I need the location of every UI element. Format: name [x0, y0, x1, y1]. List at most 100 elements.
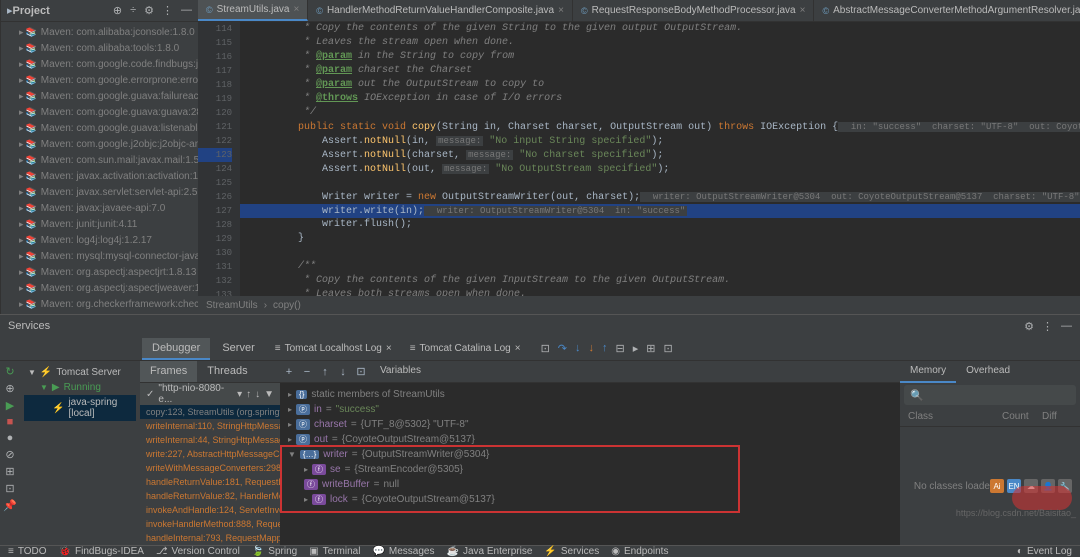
- trace-icon[interactable]: ⊡: [663, 342, 672, 355]
- tree-item[interactable]: ▸📚Maven: org.aspectj:aspectjrt:1.8.13: [1, 264, 198, 280]
- more-icon[interactable]: ⋮: [1042, 320, 1053, 333]
- tree-item[interactable]: ▸📚Maven: org.checkerframework:checker-qu…: [1, 296, 198, 312]
- breakpoints-icon[interactable]: ●: [2, 432, 18, 444]
- tab-catalina-log[interactable]: ≡Tomcat Catalina Log×: [402, 338, 529, 360]
- collapse-icon[interactable]: ÷: [130, 4, 136, 17]
- tab-server[interactable]: Server: [212, 338, 264, 360]
- status-spring[interactable]: 🍃Spring: [252, 546, 297, 557]
- tree-item[interactable]: ▸📚Maven: log4j:log4j:1.2.17: [1, 232, 198, 248]
- editor[interactable]: 1141151161171181191201211221231241251261…: [198, 22, 1080, 296]
- up-icon[interactable]: ↑: [316, 361, 334, 382]
- frame-item[interactable]: writeInternal:44, StringHttpMessageCon: [140, 433, 280, 447]
- breadcrumb[interactable]: StreamUtils › copy(): [198, 296, 1080, 314]
- frame-item[interactable]: handleInternal:793, RequestMappingHa: [140, 531, 280, 545]
- var-lock[interactable]: ▸ⓕlock = {CoyoteOutputStream@5137}: [284, 492, 896, 507]
- frames-list[interactable]: copy:123, StreamUtils (org.springframewr…: [140, 405, 280, 545]
- memory-search[interactable]: 🔍: [904, 385, 1076, 405]
- step-into-icon[interactable]: ↓: [575, 342, 581, 355]
- tree-item[interactable]: ▸📚Maven: com.google.guava:guava:28.0-jre: [1, 104, 198, 120]
- tree-item[interactable]: ▸📚Maven: com.sun.mail:javax.mail:1.5.0: [1, 152, 198, 168]
- remove-watch-icon[interactable]: −: [298, 361, 316, 382]
- var-writebuffer[interactable]: ⓕwriteBuffer = null: [284, 477, 896, 492]
- status-vcs[interactable]: ⎇Version Control: [156, 546, 240, 557]
- frame-item[interactable]: handleReturnValue:82, HandlerMethodR: [140, 489, 280, 503]
- var-charset[interactable]: ▸ⓟcharset = {UTF_8@5302} "UTF-8": [284, 417, 896, 432]
- frame-item[interactable]: write:227, AbstractHttpMessageConvert: [140, 447, 280, 461]
- frame-item[interactable]: copy:123, StreamUtils (org.springframe: [140, 405, 280, 419]
- tree-item[interactable]: ▸📚Maven: javax.activation:activation:1.1: [1, 168, 198, 184]
- tab-variables[interactable]: Variables: [370, 361, 431, 382]
- down-icon[interactable]: ↓: [334, 361, 352, 382]
- hide-icon[interactable]: —: [1061, 320, 1072, 333]
- thread-dropdown[interactable]: ✓"http-nio-8080-e...▾ ↑↓▼: [140, 383, 280, 405]
- layout-icon[interactable]: ⊞: [2, 465, 18, 478]
- update-icon[interactable]: ⊕: [2, 382, 18, 395]
- show-exec-icon[interactable]: ⊡: [541, 342, 550, 355]
- var-in[interactable]: ▸ⓟin = "success": [284, 402, 896, 417]
- status-terminal[interactable]: ▣Terminal: [309, 546, 360, 557]
- settings-icon[interactable]: ⊡: [2, 482, 18, 495]
- step-over-icon[interactable]: ↷: [558, 342, 567, 355]
- tree-item[interactable]: ▸📚Maven: junit:junit:4.11: [1, 216, 198, 232]
- frame-item[interactable]: invokeHandlerMethod:888, RequestMap: [140, 517, 280, 531]
- resume-icon[interactable]: ▶: [2, 399, 18, 412]
- tree-item[interactable]: ▸📚Maven: com.google.code.findbugs:jsr305…: [1, 56, 198, 72]
- tree-item[interactable]: ▸📚Maven: com.google.j2objc:j2objc-annota…: [1, 136, 198, 152]
- tree-item[interactable]: ▸📚Maven: com.alibaba:tools:1.8.0: [1, 40, 198, 56]
- tab-localhost-log[interactable]: ≡Tomcat Localhost Log×: [267, 338, 400, 360]
- evaluate-icon[interactable]: ⊞: [646, 342, 655, 355]
- status-messages[interactable]: 💬Messages: [372, 546, 434, 557]
- tree-item[interactable]: ▸📚Maven: javax:javaee-api:7.0: [1, 200, 198, 216]
- status-services[interactable]: ⚡Services: [544, 546, 599, 557]
- run-cursor-icon[interactable]: ▸: [633, 342, 639, 355]
- variables-tree[interactable]: ▸{}static members of StreamUtils ▸ⓟin = …: [280, 383, 900, 545]
- project-tree[interactable]: ▸📚Maven: com.alibaba:jconsole:1.8.0▸📚Mav…: [1, 22, 198, 314]
- frame-item[interactable]: writeWithMessageConverters:298, Abstr: [140, 461, 280, 475]
- rerun-icon[interactable]: ↻: [2, 365, 18, 378]
- drop-frame-icon[interactable]: ⊟: [616, 342, 625, 355]
- services-tree[interactable]: ▼⚡Tomcat Server ▼▶Running ⚡java-spring […: [20, 361, 140, 545]
- editor-tab[interactable]: ©RequestResponseBodyMethodProcessor.java…: [573, 0, 815, 21]
- tree-item[interactable]: ▸📚Maven: mysql:mysql-connector-java:5.1.…: [1, 248, 198, 264]
- breadcrumb-class[interactable]: StreamUtils: [206, 300, 258, 311]
- var-static[interactable]: ▸{}static members of StreamUtils: [284, 387, 896, 402]
- tab-frames[interactable]: Frames: [140, 361, 197, 382]
- tree-item[interactable]: ▸📚Maven: com.google.guava:listenablefutu…: [1, 120, 198, 136]
- stop-icon[interactable]: ■: [2, 416, 18, 428]
- editor-tab[interactable]: ©HandlerMethodReturnValueHandlerComposit…: [308, 0, 573, 21]
- status-todo[interactable]: ≡TODO: [8, 546, 47, 557]
- copy-icon[interactable]: ⊡: [352, 361, 370, 382]
- more-icon[interactable]: ⋮: [162, 4, 173, 17]
- hide-icon[interactable]: —: [181, 4, 192, 17]
- filter-icon[interactable]: ▼: [264, 389, 274, 400]
- status-javaee[interactable]: ☕Java Enterprise: [446, 546, 532, 557]
- status-findbugs[interactable]: 🐞FindBugs-IDEA: [59, 546, 144, 557]
- var-se[interactable]: ▸ⓕse = {StreamEncoder@5305}: [284, 462, 896, 477]
- app-node[interactable]: ⚡java-spring [local]: [24, 395, 136, 421]
- frame-item[interactable]: invokeAndHandle:124, ServletInvocable: [140, 503, 280, 517]
- editor-tab[interactable]: ©StreamUtils.java×: [198, 0, 308, 21]
- tree-item[interactable]: ▸📚Maven: com.google.guava:failureaccess:…: [1, 88, 198, 104]
- mute-icon[interactable]: ⊘: [2, 448, 18, 461]
- step-out-icon[interactable]: ↑: [602, 342, 608, 355]
- frame-item[interactable]: writeInternal:110, StringHttpMessageCo: [140, 419, 280, 433]
- status-endpoints[interactable]: ◉Endpoints: [611, 546, 668, 557]
- tree-item[interactable]: ▸📚Maven: javax.servlet:servlet-api:2.5: [1, 184, 198, 200]
- force-step-icon[interactable]: ↓: [589, 342, 595, 355]
- frame-item[interactable]: handleReturnValue:181, RequestRespon: [140, 475, 280, 489]
- gear-icon[interactable]: ⚙: [1024, 320, 1034, 333]
- breadcrumb-method[interactable]: copy(): [273, 300, 301, 311]
- tab-memory[interactable]: Memory: [900, 361, 956, 383]
- tomcat-node[interactable]: ▼⚡Tomcat Server: [24, 365, 136, 380]
- running-node[interactable]: ▼▶Running: [24, 380, 136, 395]
- target-icon[interactable]: ⊕: [113, 4, 122, 17]
- status-eventlog[interactable]: ◐Event Log: [1017, 546, 1072, 557]
- tab-debugger[interactable]: Debugger: [142, 338, 210, 360]
- pin-icon[interactable]: 📌: [2, 499, 18, 512]
- editor-tab[interactable]: ©AbstractMessageConverterMethodArgumentR…: [814, 0, 1080, 21]
- gear-icon[interactable]: ⚙: [144, 4, 154, 17]
- tab-threads[interactable]: Threads: [197, 361, 257, 382]
- code[interactable]: * Copy the contents of the given String …: [240, 22, 1080, 296]
- var-writer[interactable]: ▼{…}writer = {OutputStreamWriter@5304}: [284, 447, 896, 462]
- var-out[interactable]: ▸ⓟout = {CoyoteOutputStream@5137}: [284, 432, 896, 447]
